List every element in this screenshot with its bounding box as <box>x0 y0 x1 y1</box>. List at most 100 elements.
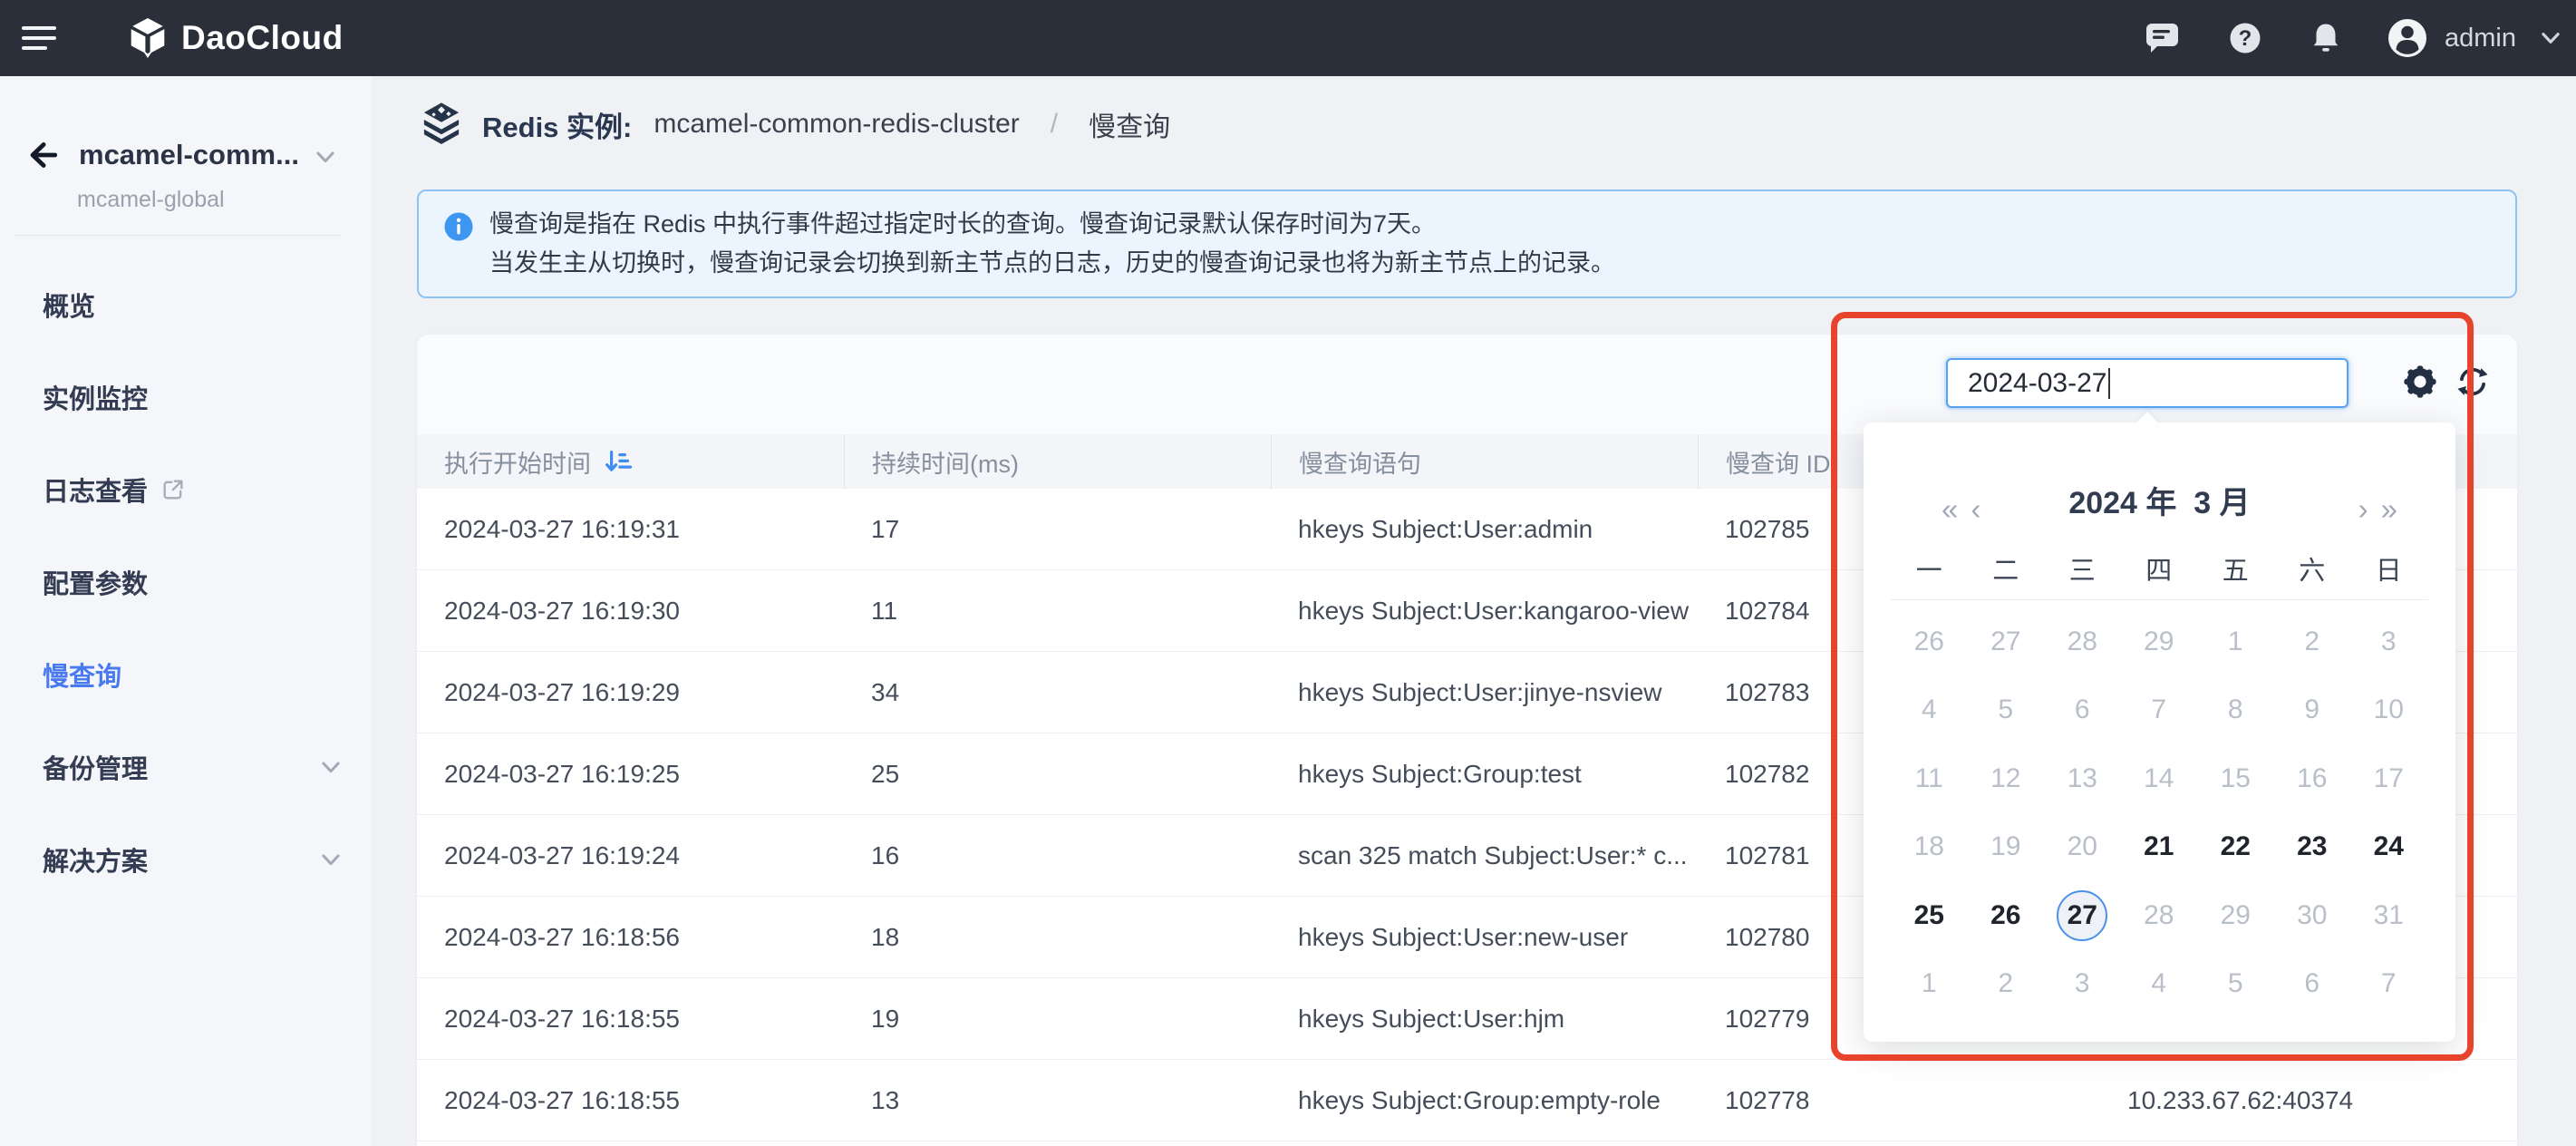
day-cell[interactable]: 26 <box>1968 881 2045 950</box>
day-cell: 7 <box>2121 676 2198 745</box>
next-month-icon[interactable]: › <box>2358 494 2368 524</box>
redis-icon <box>417 100 466 149</box>
sidebar-item-slowquery[interactable]: 慢查询 <box>0 628 372 721</box>
day-cell[interactable]: 22 <box>2197 813 2274 882</box>
weekday-label: 日 <box>2350 549 2427 588</box>
sidebar-item-backup[interactable]: 备份管理 <box>0 721 372 813</box>
sidebar-item-monitor[interactable]: 实例监控 <box>0 351 372 443</box>
cell-query: hkeys Subject:Group:test <box>1271 760 1698 789</box>
day-cell: 27 <box>1968 607 2045 676</box>
cell-time: 2024-03-27 16:19:29 <box>417 678 844 707</box>
weekday-label: 五 <box>2197 549 2274 588</box>
weekday-label: 三 <box>2044 549 2121 588</box>
day-cell: 12 <box>1968 744 2045 813</box>
cell-query: hkeys Subject:User:kangaroo-view <box>1271 597 1698 626</box>
avatar[interactable] <box>2387 17 2428 59</box>
date-picker-popup: « ‹ 2024 年 3 月 › » 一二三四五六日 2627282912345… <box>1864 422 2455 1042</box>
cell-query: hkeys Subject:User:new-user <box>1271 923 1698 952</box>
day-cell: 3 <box>2350 607 2427 676</box>
day-cell: 5 <box>1968 676 2045 745</box>
navbar-left: DaoCloud <box>22 17 344 59</box>
weekday-row: 一二三四五六日 <box>1891 537 2428 600</box>
instance-selector[interactable]: mcamel-comm... <box>79 139 299 171</box>
chat-icon[interactable] <box>2144 21 2182 55</box>
day-cell: 6 <box>2044 676 2121 745</box>
chevron-down-icon <box>317 753 344 781</box>
daocloud-logo-icon <box>127 17 169 59</box>
sidebar-item-config[interactable]: 配置参数 <box>0 536 372 628</box>
day-cell: 17 <box>2350 744 2427 813</box>
cell-client: 10.233.67.62:40374 <box>2100 1086 2517 1115</box>
day-cell: 26 <box>1891 607 1968 676</box>
day-cell[interactable]: 24 <box>2350 813 2427 882</box>
prev-month-icon[interactable]: ‹ <box>1971 494 1980 524</box>
back-arrow-icon[interactable] <box>23 136 61 174</box>
day-cell: 5 <box>2197 950 2274 1019</box>
day-cell: 4 <box>2121 950 2198 1019</box>
cell-query: hkeys Subject:Group:empty-role <box>1271 1086 1698 1115</box>
breadcrumb-instance: mcamel-common-redis-cluster <box>654 109 1019 140</box>
sidebar-item-solutions[interactable]: 解决方案 <box>0 813 372 906</box>
day-cell: 14 <box>2121 744 2198 813</box>
day-cell: 31 <box>2350 881 2427 950</box>
cell-time: 2024-03-27 16:19:24 <box>417 841 844 870</box>
sidebar-item-overview[interactable]: 概览 <box>0 258 372 351</box>
weekday-label: 二 <box>1968 549 2045 588</box>
column-header: 执行开始时间 <box>417 434 844 489</box>
prev-year-icon[interactable]: « <box>1942 494 1958 524</box>
calendar-nav-right: › » <box>2358 494 2397 524</box>
cell-query: hkeys Subject:User:jinye-nsview <box>1271 678 1698 707</box>
day-cell: 8 <box>2197 676 2274 745</box>
column-header-label: 持续时间(ms) <box>872 444 1019 480</box>
brand[interactable]: DaoCloud <box>127 17 344 59</box>
day-cell: 10 <box>2350 676 2427 745</box>
user-menu-chevron-icon[interactable] <box>2538 25 2563 51</box>
cell-duration: 19 <box>844 1005 1271 1034</box>
info-alert-line2: 当发生主从切换时，慢查询记录会切换到新主节点的日志，历史的慢查询记录也将为新主节… <box>489 244 1615 283</box>
app-root: DaoCloud ? <box>0 0 2576 1146</box>
brand-name: DaoCloud <box>181 19 344 57</box>
menu-toggle-icon[interactable] <box>22 26 58 50</box>
calendar-nav-left: « ‹ <box>1942 494 1980 524</box>
cell-time: 2024-03-27 16:19:25 <box>417 760 844 789</box>
refresh-icon[interactable] <box>2453 362 2493 406</box>
sidebar-divider <box>15 235 340 236</box>
date-filter-input[interactable]: 2024-03-27 <box>1946 358 2348 408</box>
main-content: Redis 实例: mcamel-common-redis-cluster / … <box>372 76 2576 1146</box>
column-header: 持续时间(ms) <box>844 434 1271 489</box>
day-cell-selected[interactable]: 27 <box>2044 881 2121 950</box>
sidebar-item-label: 解决方案 <box>43 840 148 879</box>
instance-selector-chevron-icon[interactable] <box>312 143 339 170</box>
day-cell: 1 <box>1891 950 1968 1019</box>
day-cell: 1 <box>2197 607 2274 676</box>
cell-time: 2024-03-27 16:18:55 <box>417 1005 844 1034</box>
info-icon <box>444 212 473 283</box>
day-cell[interactable]: 23 <box>2274 813 2351 882</box>
cell-query: hkeys Subject:User:hjm <box>1271 1005 1698 1034</box>
bell-icon[interactable] <box>2308 20 2344 56</box>
gear-icon[interactable] <box>2400 362 2440 406</box>
day-cell: 28 <box>2044 607 2121 676</box>
sort-descending-icon[interactable] <box>604 447 633 476</box>
cell-time: 2024-03-27 16:19:30 <box>417 597 844 626</box>
cell-time: 2024-03-27 16:19:31 <box>417 515 844 544</box>
breadcrumb: Redis 实例: mcamel-common-redis-cluster / … <box>417 95 2576 153</box>
day-cell: 28 <box>2121 881 2198 950</box>
day-cell: 20 <box>2044 813 2121 882</box>
day-cell: 11 <box>1891 744 1968 813</box>
cell-duration: 17 <box>844 515 1271 544</box>
external-link-icon <box>160 477 186 502</box>
day-cell: 2 <box>2274 607 2351 676</box>
column-header-label: 执行开始时间 <box>444 444 591 480</box>
table-row: 2024-03-27 16:18:5513hkeys Subject:Group… <box>417 1060 2517 1141</box>
day-cell[interactable]: 21 <box>2121 813 2198 882</box>
column-header: 慢查询语句 <box>1271 434 1698 489</box>
top-navbar: DaoCloud ? <box>0 0 2576 76</box>
next-year-icon[interactable]: » <box>2381 494 2397 524</box>
cell-time: 2024-03-27 16:18:55 <box>417 1086 844 1115</box>
day-cell[interactable]: 25 <box>1891 881 1968 950</box>
help-icon[interactable]: ? <box>2227 20 2263 56</box>
navbar-right: ? admin <box>2144 17 2563 59</box>
sidebar-item-label: 实例监控 <box>43 378 148 416</box>
sidebar-item-logs[interactable]: 日志查看 <box>0 443 372 536</box>
